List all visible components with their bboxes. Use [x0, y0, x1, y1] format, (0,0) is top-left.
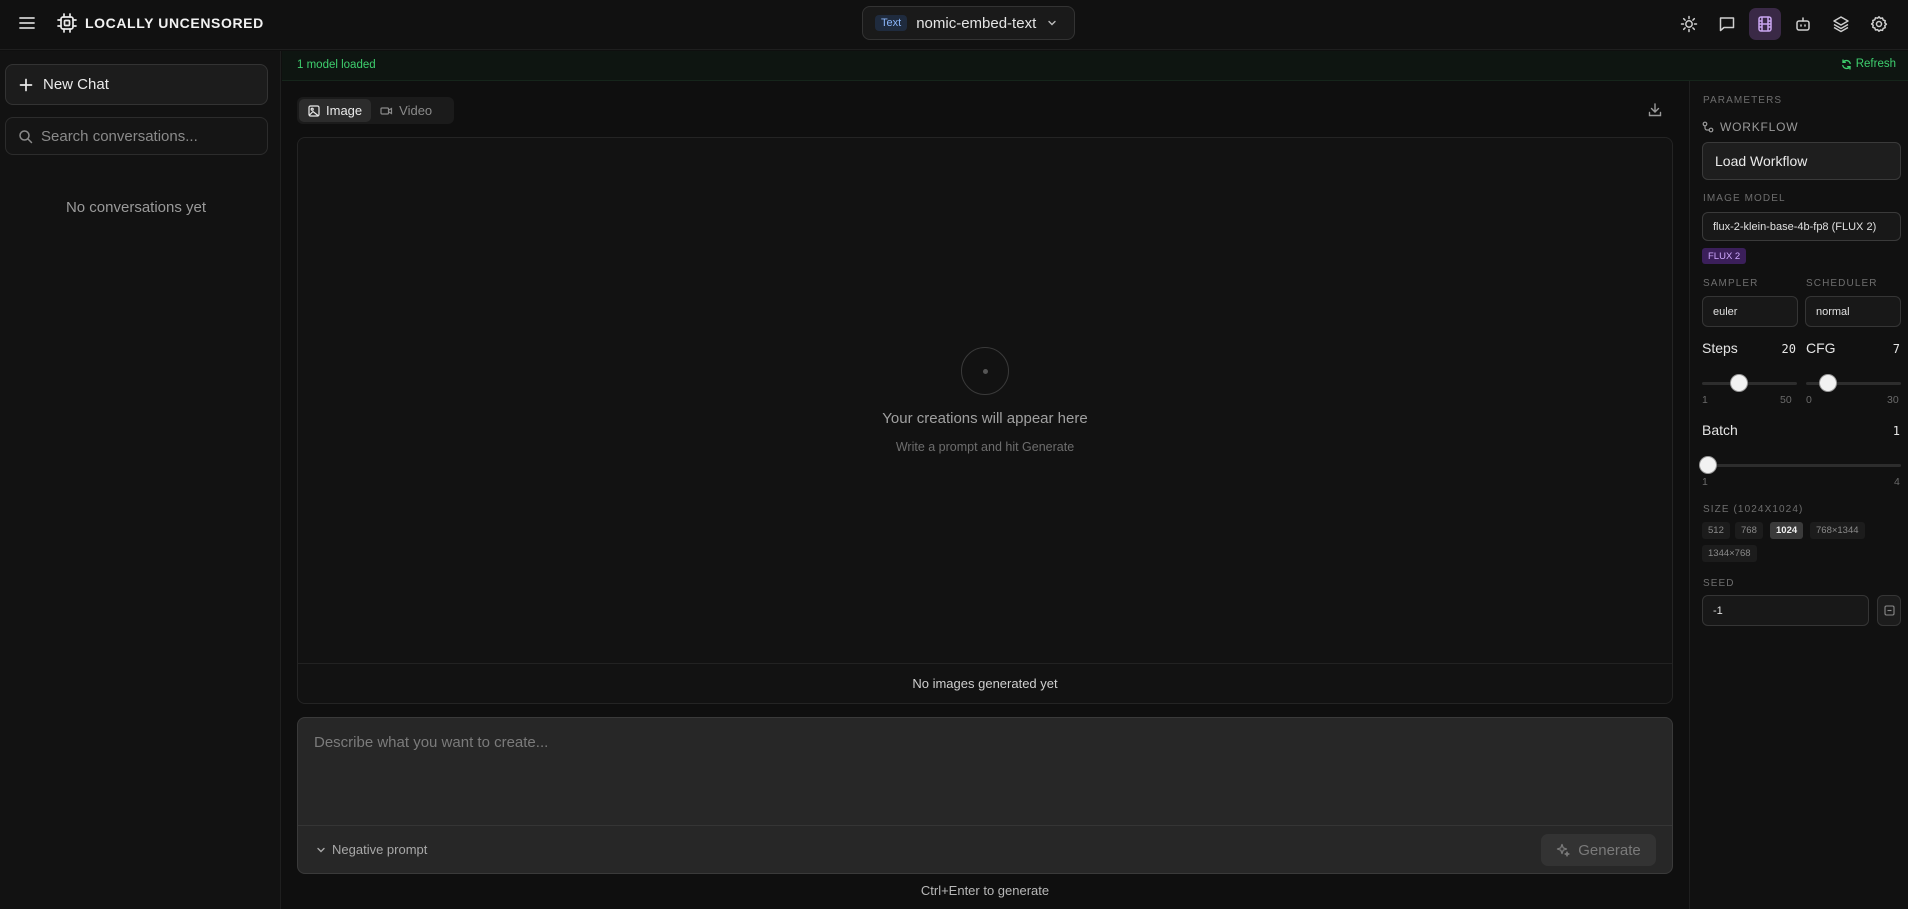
- chat-icon[interactable]: [1711, 8, 1743, 40]
- model-status-text: 1 model loaded: [297, 59, 376, 71]
- workflow-label: WORKFLOW: [1702, 120, 1798, 134]
- steps-min: 1: [1702, 394, 1708, 406]
- refresh-label: Refresh: [1855, 58, 1896, 70]
- video-camera-icon: [380, 105, 399, 117]
- load-workflow-button[interactable]: Load Workflow: [1702, 142, 1901, 180]
- seed-label: SEED: [1703, 578, 1735, 589]
- cfg-slider-thumb[interactable]: [1820, 375, 1837, 391]
- image-icon: [308, 104, 326, 117]
- chevron-down-icon: [316, 845, 332, 855]
- film-icon[interactable]: [1749, 8, 1781, 40]
- batch-max: 4: [1894, 476, 1900, 488]
- brand-title: LOCALLY UNCENSORED: [85, 15, 264, 31]
- steps-max: 50: [1780, 394, 1792, 406]
- image-model-label: IMAGE MODEL: [1703, 193, 1786, 204]
- model-name: nomic-embed-text: [916, 14, 1037, 32]
- scheduler-label: SCHEDULER: [1806, 278, 1878, 289]
- link-icon: [1702, 121, 1720, 133]
- hamburger-menu-icon[interactable]: [16, 12, 38, 34]
- model-type-badge: Text: [875, 15, 908, 31]
- robot-icon[interactable]: [1787, 8, 1819, 40]
- top-bar: LOCALLY UNCENSORED Text nomic-embed-text: [0, 0, 1908, 50]
- random-seed-button[interactable]: [1877, 595, 1901, 626]
- chip-logo-icon: [56, 12, 78, 34]
- refresh-icon: [1841, 58, 1856, 70]
- model-family-badge: FLUX 2: [1702, 248, 1747, 264]
- size-chip-768[interactable]: 768: [1735, 522, 1763, 539]
- batch-slider-thumb[interactable]: [1700, 457, 1716, 473]
- placeholder-circle-icon: [961, 347, 1009, 395]
- search-box: [5, 117, 268, 155]
- prompt-box: Negative prompt Generate: [297, 717, 1673, 874]
- plus-icon: [19, 78, 33, 92]
- workflow-label-text: WORKFLOW: [1720, 120, 1799, 134]
- size-label: SIZE (1024X1024): [1703, 504, 1804, 515]
- search-input[interactable]: [41, 127, 261, 145]
- batch-value: 1: [1892, 424, 1900, 438]
- download-icon[interactable]: [1646, 101, 1664, 119]
- gear-icon[interactable]: [1863, 8, 1895, 40]
- steps-slider-thumb[interactable]: [1730, 375, 1747, 391]
- layers-icon[interactable]: [1825, 8, 1857, 40]
- tab-video[interactable]: Video: [371, 99, 441, 122]
- chevron-down-icon: [1046, 17, 1058, 29]
- new-chat-button[interactable]: New Chat: [5, 64, 268, 105]
- keyboard-hint: Ctrl+Enter to generate: [920, 883, 1050, 898]
- status-strip: 1 model loaded Refresh: [282, 51, 1908, 81]
- cfg-max: 30: [1887, 394, 1899, 406]
- cfg-label: CFG: [1806, 340, 1836, 356]
- prompt-toolbar: Negative prompt Generate: [298, 825, 1672, 875]
- sun-icon[interactable]: [1673, 8, 1705, 40]
- prompt-input[interactable]: [298, 718, 1672, 825]
- gallery-panel: Your creations will appear here Write a …: [297, 137, 1673, 704]
- generate-button[interactable]: Generate: [1541, 834, 1656, 866]
- empty-conversations-text: No conversations yet: [65, 199, 207, 216]
- negative-prompt-label: Negative prompt: [332, 842, 428, 857]
- scheduler-select[interactable]: normal: [1805, 296, 1901, 327]
- image-model-select[interactable]: flux-2-klein-base-4b-fp8 (FLUX 2): [1702, 212, 1901, 241]
- search-icon: [18, 129, 33, 144]
- sidebar: New Chat No conversations yet: [0, 51, 281, 909]
- new-chat-label: New Chat: [43, 76, 109, 93]
- empty-state-subtitle: Write a prompt and hit Generate: [895, 440, 1075, 454]
- tab-video-label: Video: [399, 103, 433, 118]
- size-chip-1344x768[interactable]: 1344×768: [1702, 545, 1757, 562]
- parameters-header: PARAMETERS: [1703, 95, 1783, 106]
- batch-label: Batch: [1702, 422, 1738, 438]
- generate-label: Generate: [1578, 841, 1641, 859]
- cfg-min: 0: [1806, 394, 1812, 406]
- media-tabs: Image Video: [297, 97, 454, 124]
- gallery-empty-state: Your creations will appear here Write a …: [298, 347, 1672, 454]
- sparkle-icon: [1556, 843, 1578, 857]
- steps-value: 20: [1781, 342, 1796, 356]
- cfg-value: 7: [1892, 342, 1900, 356]
- sampler-label: SAMPLER: [1703, 278, 1759, 289]
- batch-min: 1: [1702, 476, 1708, 488]
- sampler-select[interactable]: euler: [1702, 296, 1798, 327]
- model-selector[interactable]: Text nomic-embed-text: [862, 6, 1075, 40]
- size-chip-1024[interactable]: 1024: [1770, 522, 1804, 539]
- negative-prompt-toggle[interactable]: Negative prompt: [316, 842, 427, 857]
- tab-image-label: Image: [326, 103, 363, 118]
- batch-slider-track[interactable]: [1702, 464, 1901, 467]
- dice-icon: [1883, 605, 1895, 616]
- seed-input[interactable]: [1702, 595, 1869, 626]
- steps-label: Steps: [1702, 340, 1738, 356]
- refresh-button[interactable]: Refresh: [1841, 58, 1896, 70]
- parameters-panel: PARAMETERS WORKFLOW Load Workflow IMAGE …: [1689, 81, 1908, 909]
- size-chip-768x1344[interactable]: 768×1344: [1810, 522, 1865, 539]
- empty-state-title: Your creations will appear here: [882, 410, 1088, 427]
- gallery-footer-text: No images generated yet: [298, 663, 1672, 703]
- steps-slider-track[interactable]: [1702, 382, 1797, 385]
- size-chip-512[interactable]: 512: [1702, 522, 1730, 539]
- tab-image[interactable]: Image: [299, 99, 372, 122]
